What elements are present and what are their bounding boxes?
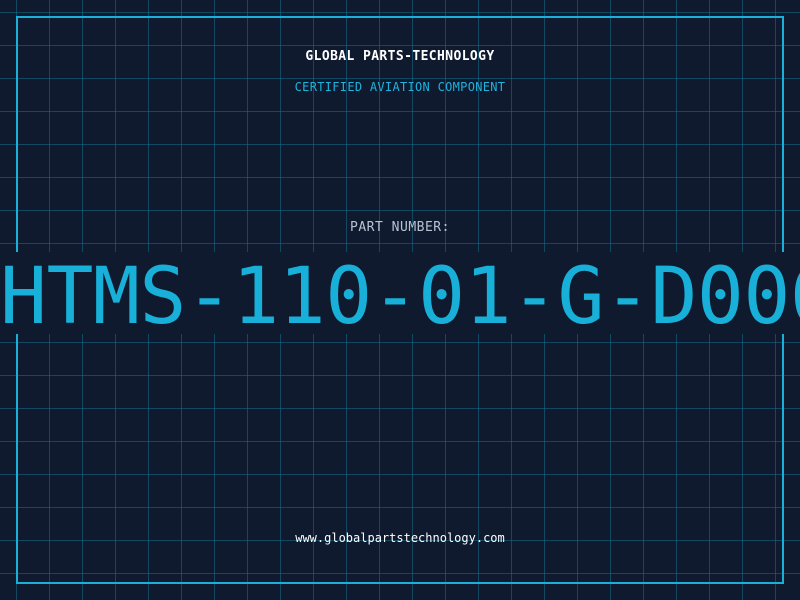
company-name: GLOBAL PARTS-TECHNOLOGY	[305, 49, 495, 64]
part-label-page: GLOBAL PARTS-TECHNOLOGY CERTIFIED AVIATI…	[0, 0, 800, 600]
part-number-value: HTMS-110-01-G-D006	[0, 252, 800, 342]
part-number-label: PART NUMBER:	[350, 220, 450, 235]
certification-subtitle: CERTIFIED AVIATION COMPONENT	[294, 80, 506, 94]
website-url: www.globalpartstechnology.com	[295, 531, 505, 545]
